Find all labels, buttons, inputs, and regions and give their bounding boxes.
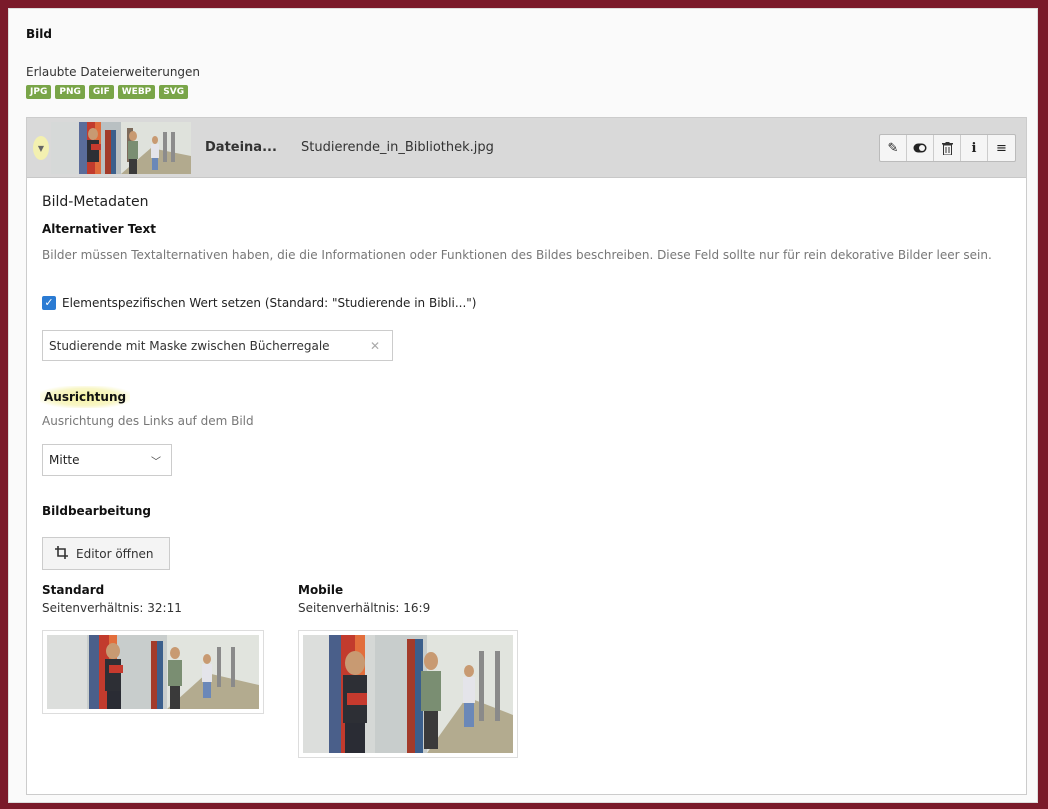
crop-preview-mobile bbox=[298, 630, 518, 758]
alt-text-value: Studierende mit Maske zwischen Bücherreg… bbox=[49, 339, 330, 353]
field-title: Bild bbox=[26, 27, 52, 41]
alt-override-checkbox[interactable]: ✓ bbox=[42, 296, 56, 310]
crop-variant-mobile: Mobile Seitenverhältnis: 16:9 bbox=[298, 583, 430, 615]
alignment-selected-value: Mitte bbox=[49, 453, 80, 467]
file-thumbnail bbox=[51, 122, 191, 174]
file-header[interactable]: ▼ Dateina... Studierende_in_Bibliothek.j… bbox=[27, 118, 1026, 178]
file-reference-panel: ▼ Dateina... Studierende_in_Bibliothek.j… bbox=[26, 117, 1027, 795]
extension-badge-webp: WEBP bbox=[117, 85, 156, 99]
crop-variant-standard: Standard Seitenverhältnis: 32:11 bbox=[42, 583, 182, 615]
open-editor-button[interactable]: Editor öffnen bbox=[42, 537, 170, 570]
crop-variant-title: Standard bbox=[42, 583, 105, 597]
extension-badge-jpg: JPG bbox=[26, 85, 52, 99]
image-field-panel: Bild Erlaubte Dateierweiterungen JPG PNG… bbox=[8, 8, 1038, 803]
alt-override-row: ✓ Elementspezifischen Wert setzen (Stand… bbox=[42, 296, 476, 310]
alt-override-label[interactable]: Elementspezifischen Wert setzen (Standar… bbox=[62, 296, 476, 310]
extension-badge-gif: GIF bbox=[88, 85, 114, 99]
file-label: Dateina... bbox=[205, 140, 277, 155]
chevron-down-icon: ﹀ bbox=[151, 457, 161, 468]
alt-text-label: Alternativer Text bbox=[42, 222, 156, 236]
alignment-description: Ausrichtung des Links auf dem Bild bbox=[42, 414, 254, 428]
allowed-extensions-label: Erlaubte Dateierweiterungen bbox=[26, 65, 201, 79]
open-editor-label: Editor öffnen bbox=[76, 546, 154, 561]
extension-badge-svg: SVG bbox=[159, 85, 189, 99]
image-editing-heading: Bildbearbeitung bbox=[42, 504, 151, 518]
collapse-toggle-icon[interactable]: ▼ bbox=[33, 136, 49, 160]
alignment-label: Ausrichtung bbox=[40, 386, 131, 408]
file-name: Studierende_in_Bibliothek.jpg bbox=[301, 140, 494, 155]
extension-badge-png: PNG bbox=[55, 85, 85, 99]
pencil-icon[interactable]: ✎ bbox=[880, 135, 907, 161]
alt-text-input[interactable]: Studierende mit Maske zwischen Bücherreg… bbox=[42, 330, 393, 361]
crop-variant-ratio: Seitenverhältnis: 32:11 bbox=[42, 601, 182, 615]
file-actions: ✎ i ≡ bbox=[879, 134, 1016, 162]
menu-icon[interactable]: ≡ bbox=[988, 135, 1015, 161]
metadata-heading: Bild-Metadaten bbox=[42, 194, 149, 210]
crop-icon bbox=[55, 545, 68, 562]
extension-badges: JPG PNG GIF WEBP SVG bbox=[26, 85, 189, 99]
crop-variant-ratio: Seitenverhältnis: 16:9 bbox=[298, 601, 431, 615]
crop-preview-standard bbox=[42, 630, 264, 714]
crop-variant-title: Mobile bbox=[298, 583, 344, 597]
alt-text-description: Bilder müssen Textalternativen haben, di… bbox=[42, 248, 992, 262]
clear-icon[interactable]: ✕ bbox=[370, 339, 380, 353]
toggle-icon[interactable] bbox=[907, 135, 934, 161]
alignment-select[interactable]: Mitte ﹀ bbox=[42, 444, 172, 476]
trash-icon[interactable] bbox=[934, 135, 961, 161]
info-icon[interactable]: i bbox=[961, 135, 988, 161]
